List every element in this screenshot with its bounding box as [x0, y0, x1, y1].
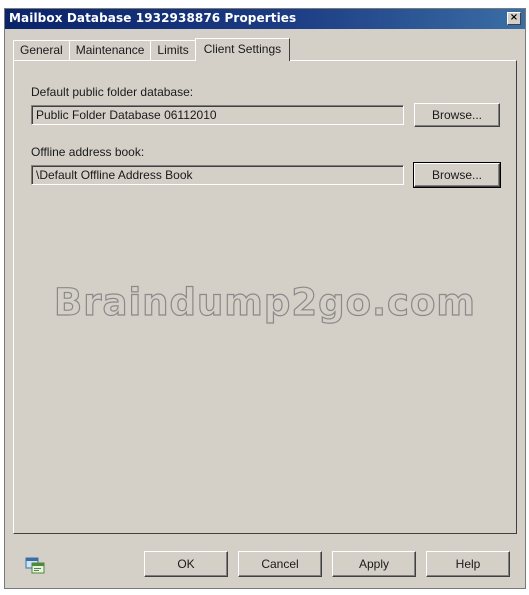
- close-button[interactable]: ×: [507, 12, 521, 25]
- tab-general[interactable]: General: [13, 40, 70, 60]
- cancel-button[interactable]: Cancel: [238, 551, 322, 577]
- oab-label: Offline address book:: [31, 145, 145, 159]
- oab-field[interactable]: \Default Offline Address Book: [31, 165, 404, 185]
- watermark: Braindump2go.com: [53, 280, 476, 324]
- help-button[interactable]: Help: [426, 551, 510, 577]
- ok-button[interactable]: OK: [144, 551, 228, 577]
- close-icon: ×: [509, 12, 519, 23]
- tab-limits[interactable]: Limits: [150, 40, 196, 60]
- properties-dialog: Mailbox Database 1932938876 Properties ×…: [4, 8, 526, 589]
- tab-strip: General Maintenance Limits Client Settin…: [13, 38, 291, 61]
- title-bar[interactable]: Mailbox Database 1932938876 Properties ×: [5, 9, 525, 29]
- tab-client-settings[interactable]: Client Settings: [194, 38, 291, 61]
- help-icon[interactable]: [25, 556, 45, 574]
- window-title: Mailbox Database 1932938876 Properties: [9, 11, 297, 25]
- browse-public-folder-button[interactable]: Browse...: [414, 103, 500, 127]
- tab-maintenance[interactable]: Maintenance: [68, 40, 152, 60]
- apply-button[interactable]: Apply: [332, 551, 416, 577]
- public-folder-field[interactable]: Public Folder Database 06112010: [31, 105, 404, 125]
- browse-oab-button[interactable]: Browse...: [413, 162, 501, 188]
- public-folder-label: Default public folder database:: [31, 85, 194, 99]
